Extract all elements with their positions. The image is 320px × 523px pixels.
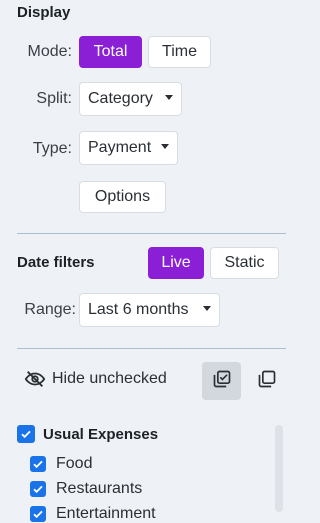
section-divider — [17, 348, 286, 349]
uncheck-all-button[interactable] — [248, 362, 286, 400]
type-value: Payment — [88, 139, 152, 156]
checkbox-checked-icon — [30, 481, 46, 497]
item-label: Food — [56, 455, 93, 472]
mode-time-button[interactable]: Time — [148, 36, 211, 68]
split-select[interactable]: Category — [79, 82, 182, 116]
split-value: Category — [88, 90, 153, 107]
range-value: Last 6 months — [88, 301, 189, 318]
item-label: Restaurants — [56, 480, 143, 497]
checkbox-checked-icon — [30, 506, 46, 522]
hide-unchecked-toggle[interactable]: Hide unchecked — [24, 368, 167, 390]
eye-slash-icon — [24, 368, 46, 390]
stack-check-icon — [212, 369, 232, 394]
range-label: Range: — [24, 301, 76, 318]
item-label: Entertainment — [56, 505, 156, 522]
display-heading: Display — [17, 4, 71, 21]
section-divider — [17, 233, 286, 234]
mode-label: Mode: — [27, 43, 72, 60]
date-filters-heading: Date filters — [17, 254, 95, 271]
mode-total-button[interactable]: Total — [79, 36, 142, 68]
checkbox-checked-icon — [30, 456, 46, 472]
checkbox-checked-icon — [17, 425, 35, 443]
hide-unchecked-label: Hide unchecked — [52, 370, 167, 387]
chevron-down-icon — [161, 144, 169, 149]
list-item[interactable]: Food — [30, 455, 92, 473]
chevron-down-icon — [203, 306, 211, 311]
static-button[interactable]: Static — [210, 247, 279, 279]
group-label: Usual Expenses — [43, 425, 159, 443]
check-all-button[interactable] — [202, 362, 241, 400]
options-button[interactable]: Options — [79, 181, 166, 213]
stack-empty-icon — [257, 369, 277, 394]
chevron-down-icon — [165, 95, 173, 100]
split-label: Split: — [36, 90, 72, 107]
list-item[interactable]: Restaurants — [30, 480, 142, 498]
type-select[interactable]: Payment — [79, 131, 178, 165]
list-item[interactable]: Entertainment — [30, 505, 156, 523]
category-group[interactable]: Usual Expenses — [17, 425, 158, 443]
type-label: Type: — [32, 140, 72, 157]
live-button[interactable]: Live — [148, 247, 204, 279]
scrollbar[interactable] — [275, 425, 283, 512]
range-select[interactable]: Last 6 months — [79, 293, 220, 327]
